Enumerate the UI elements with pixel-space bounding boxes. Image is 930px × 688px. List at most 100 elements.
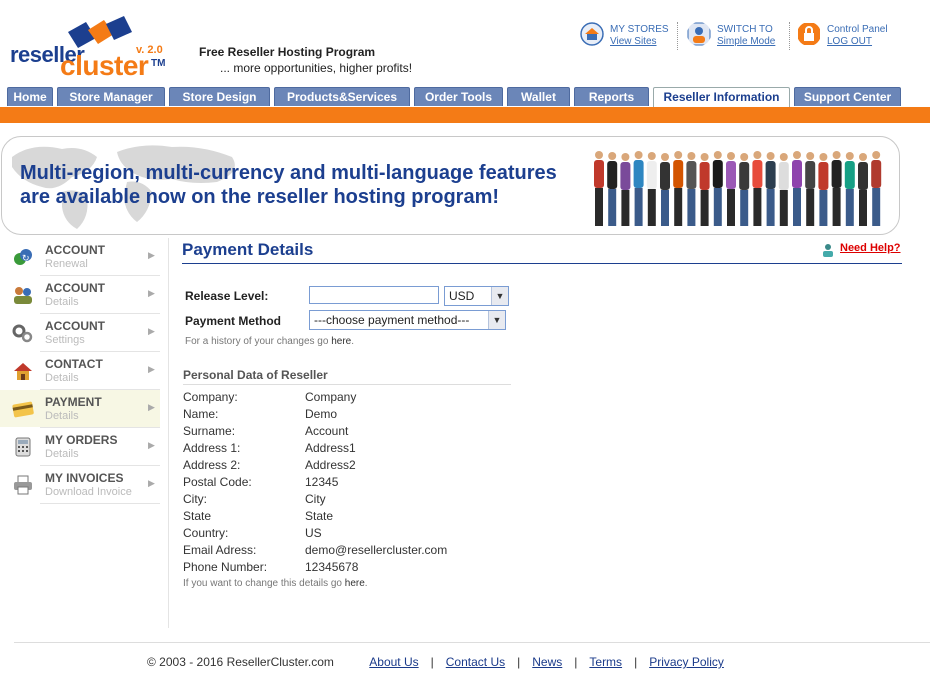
page-title: Payment Details — [182, 240, 314, 259]
payment-method-label: Payment Method — [185, 314, 282, 328]
person-legs — [647, 189, 656, 226]
help-user-icon — [823, 244, 833, 257]
tab-order-tools[interactable]: Order Tools — [414, 87, 503, 106]
person-body — [739, 162, 750, 190]
chevron-right-icon: ▶ — [148, 288, 155, 298]
footer-divider — [14, 642, 930, 643]
footer-separator: | — [634, 655, 638, 669]
change-note-text: If you want to change this details go — [183, 578, 342, 589]
person-legs — [713, 188, 722, 226]
person-head — [687, 152, 696, 160]
person-body — [752, 160, 763, 188]
payment-method-select[interactable]: ---choose payment method--- ▼ — [309, 310, 506, 330]
person-head — [806, 152, 815, 160]
person-body — [818, 162, 829, 190]
field-value: demo@resellercluster.com — [305, 543, 448, 557]
view-sites-link[interactable]: View Sites — [610, 36, 657, 47]
sidebar-sub: Details — [45, 296, 79, 308]
person-legs — [700, 190, 709, 226]
person-head — [832, 151, 841, 159]
switch-user-icon — [687, 22, 711, 46]
toplink-divider — [677, 22, 678, 50]
person-head — [740, 153, 749, 161]
tab-store-manager[interactable]: Store Manager — [57, 87, 165, 106]
sidebar-label: PAYMENT — [45, 395, 102, 409]
person-legs — [595, 188, 603, 226]
tab-products-services[interactable]: Products&Services — [274, 87, 410, 106]
promo-banner: Multi-region, multi-currency and multi-l… — [1, 136, 900, 235]
person-head — [661, 153, 669, 161]
change-details-note: If you want to change this details go he… — [183, 578, 368, 589]
person-body — [673, 160, 684, 188]
banner-headline: Multi-region, multi-currency and multi-l… — [20, 161, 580, 209]
people-group-image — [594, 151, 882, 226]
person-legs — [608, 189, 617, 226]
my-stores-title: MY STORES — [610, 24, 669, 35]
field-key: Email Adress: — [183, 543, 257, 557]
person-body — [620, 162, 631, 190]
renewal-icon: ↻ — [14, 249, 32, 265]
footer-terms-link[interactable]: Terms — [589, 655, 622, 669]
footer-separator: | — [517, 655, 521, 669]
tab-wallet[interactable]: Wallet — [507, 87, 570, 106]
tab-reports[interactable]: Reports — [574, 87, 649, 106]
sidebar-label: ACCOUNT — [45, 281, 105, 295]
person-legs — [753, 188, 762, 226]
footer-news-link[interactable]: News — [532, 655, 562, 669]
person-body — [686, 161, 697, 189]
person-body — [871, 160, 882, 188]
person-head — [713, 151, 722, 159]
person-head — [766, 152, 775, 160]
field-key: Address 2: — [183, 458, 241, 472]
person-head — [727, 152, 735, 160]
sidebar-item-account-settings[interactable]: ACCOUNT Settings ▶ — [0, 314, 160, 351]
tab-reseller-information[interactable]: Reseller Information — [653, 87, 790, 107]
logo-trademark: TM — [151, 58, 166, 69]
release-level-input[interactable] — [309, 286, 439, 304]
field-key: State — [183, 509, 212, 523]
tab-support-center[interactable]: Support Center — [794, 87, 901, 106]
footer-about-link[interactable]: About Us — [369, 655, 418, 669]
logout-link[interactable]: LOG OUT — [827, 36, 872, 47]
footer-contact-link[interactable]: Contact Us — [446, 655, 505, 669]
sidebar-item-contact-details[interactable]: CONTACT Details ▶ — [0, 352, 160, 389]
credit-card-icon — [12, 401, 34, 418]
printer-icon — [14, 475, 32, 495]
payment-method-value: ---choose payment method--- — [314, 313, 470, 327]
tab-home[interactable]: Home — [7, 87, 53, 106]
person-head — [621, 153, 630, 161]
person-body — [607, 161, 618, 189]
person-head — [674, 151, 683, 159]
sidebar-item-payment-details[interactable]: PAYMENT Details ▶ — [0, 390, 160, 427]
sidebar-item-my-invoices[interactable]: MY INVOICES Download Invoice ▶ — [0, 466, 160, 503]
person-legs — [806, 189, 815, 226]
tab-store-design[interactable]: Store Design — [169, 87, 270, 106]
sidebar-sub: Download Invoice — [45, 486, 132, 498]
history-here-link[interactable]: here — [331, 336, 351, 347]
change-here-link[interactable]: here — [345, 578, 365, 589]
person-body — [858, 162, 868, 190]
lock-icon — [798, 23, 820, 45]
chevron-right-icon: ▶ — [148, 364, 155, 374]
logo-word-cluster: cluster — [60, 50, 149, 81]
field-key: Country: — [183, 526, 229, 540]
need-help-link[interactable]: Need Help? — [840, 242, 901, 254]
footer-privacy-link[interactable]: Privacy Policy — [649, 655, 724, 669]
sidebar-item-account-details[interactable]: ACCOUNT Details ▶ — [0, 276, 160, 313]
person-head — [819, 153, 828, 161]
person-body — [633, 160, 644, 188]
person-head — [700, 153, 709, 161]
currency-select[interactable]: USD ▼ — [444, 286, 509, 306]
chevron-right-icon: ▶ — [148, 326, 155, 336]
person-body — [778, 162, 789, 190]
sidebar-label: ACCOUNT — [45, 319, 105, 333]
history-note-text: For a history of your changes go — [185, 336, 329, 347]
logo[interactable]: reseller v. 2.0 cluster TM — [8, 14, 168, 81]
simple-mode-link[interactable]: Simple Mode — [717, 36, 775, 47]
sidebar-sub: Settings — [45, 334, 85, 346]
sidebar-item-my-orders[interactable]: MY ORDERS Details ▶ — [0, 428, 160, 465]
sidebar-item-account-renewal[interactable]: ↻ ACCOUNT Renewal ▶ — [0, 238, 160, 275]
person-head — [872, 151, 881, 159]
person-body — [646, 161, 657, 189]
sidebar: ↻ ACCOUNT Renewal ▶ ACCOUNT Details ▶ AC… — [0, 238, 169, 628]
